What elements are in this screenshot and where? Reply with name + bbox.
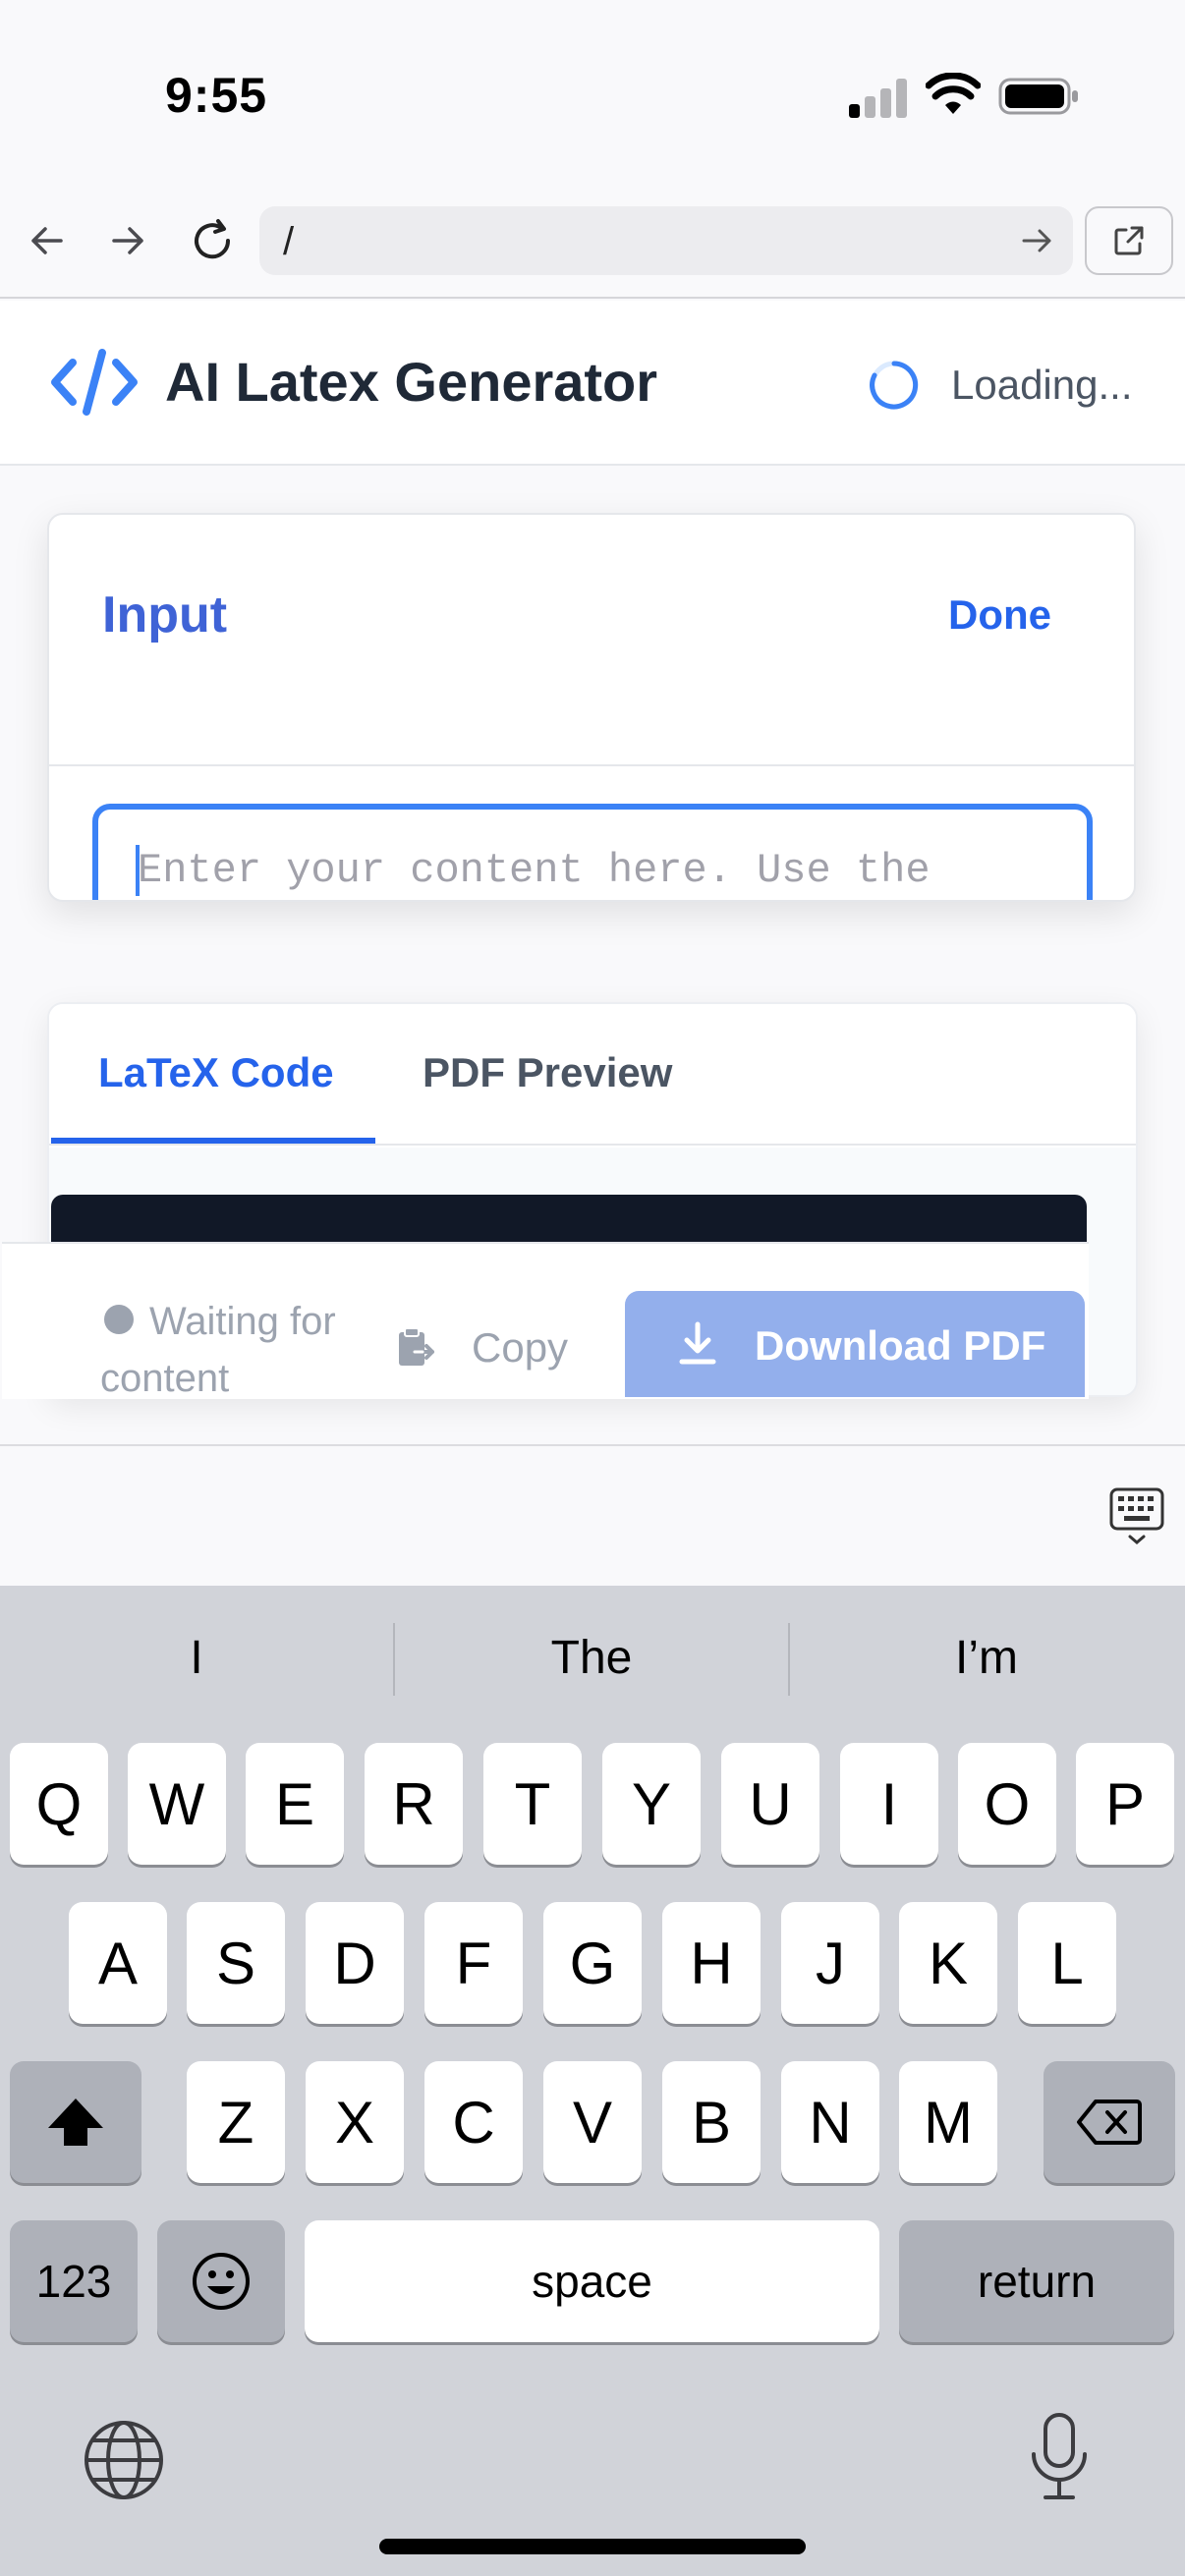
key-k[interactable]: K	[899, 1902, 997, 2024]
key-i[interactable]: I	[840, 1743, 938, 1865]
download-pdf-label: Download PDF	[755, 1322, 1046, 1369]
copy-button[interactable]: Copy	[472, 1324, 568, 1372]
key-n[interactable]: N	[781, 2061, 879, 2183]
done-button[interactable]: Done	[948, 591, 1051, 639]
key-r[interactable]: R	[365, 1743, 463, 1865]
back-button[interactable]	[18, 211, 77, 270]
go-arrow-icon[interactable]	[1018, 222, 1055, 259]
input-card-header: Input Done	[49, 515, 1134, 766]
return-key[interactable]: return	[899, 2220, 1174, 2342]
emoji-icon	[193, 2253, 250, 2310]
emoji-key[interactable]	[157, 2220, 285, 2342]
status-text: Waiting for content	[100, 1300, 336, 1400]
battery-icon	[998, 78, 1078, 115]
key-e[interactable]: E	[246, 1743, 344, 1865]
suggestion-1[interactable]: I	[0, 1631, 393, 1685]
loading-spinner-icon	[870, 361, 919, 410]
tab-pdf-preview[interactable]: PDF Preview	[423, 1049, 672, 1096]
suggestion-2[interactable]: The	[395, 1631, 788, 1685]
content-textarea[interactable]: Enter your content here. Use the	[92, 804, 1093, 900]
backspace-key[interactable]	[1044, 2061, 1175, 2183]
url-text: /	[283, 220, 295, 263]
arrow-right-icon	[112, 227, 143, 254]
reload-icon	[195, 219, 231, 259]
input-title: Input	[102, 587, 228, 644]
shift-key[interactable]	[10, 2061, 141, 2183]
key-y[interactable]: Y	[602, 1743, 701, 1865]
text-caret	[136, 845, 140, 896]
numbers-key[interactable]: 123	[10, 2220, 138, 2342]
reload-button[interactable]	[183, 211, 242, 270]
key-a[interactable]: A	[69, 1902, 167, 2024]
tab-latex-code[interactable]: LaTeX Code	[98, 1049, 334, 1096]
download-pdf-button[interactable]: Download PDF	[625, 1291, 1085, 1397]
key-o[interactable]: O	[958, 1743, 1056, 1865]
arrow-left-icon	[31, 227, 63, 254]
textarea-placeholder: Enter your content here. Use the	[138, 847, 931, 894]
key-u[interactable]: U	[721, 1743, 819, 1865]
delete-icon	[1077, 2100, 1142, 2145]
key-c[interactable]: C	[424, 2061, 523, 2183]
globe-icon[interactable]	[83, 2419, 165, 2501]
keyboard-dismiss-icon[interactable]	[1108, 1485, 1165, 1548]
key-x[interactable]: X	[306, 2061, 404, 2183]
latex-code-editor[interactable]	[51, 1195, 1087, 1244]
loading-text: Loading...	[951, 362, 1133, 408]
external-link-icon	[1114, 226, 1144, 255]
keyboard-accessory-bar	[0, 1444, 1185, 1586]
url-input[interactable]: /	[259, 206, 1073, 275]
key-l[interactable]: L	[1018, 1902, 1116, 2024]
key-w[interactable]: W	[128, 1743, 226, 1865]
key-t[interactable]: T	[483, 1743, 582, 1865]
clipboard-icon[interactable]	[393, 1326, 436, 1372]
suggestion-3[interactable]: I’m	[790, 1631, 1183, 1685]
tabs-row: LaTeX Code PDF Preview	[49, 1004, 1136, 1146]
download-icon	[679, 1321, 716, 1365]
key-b[interactable]: B	[662, 2061, 761, 2183]
shift-arrow-icon	[48, 2099, 103, 2146]
open-external-button[interactable]	[1085, 206, 1173, 275]
space-key[interactable]: space	[305, 2220, 879, 2342]
active-tab-indicator	[51, 1138, 375, 1144]
app-title: AI Latex Generator	[165, 351, 658, 413]
input-card: Input Done Enter your content here. Use …	[47, 513, 1136, 902]
code-icon	[51, 349, 138, 416]
key-d[interactable]: D	[306, 1902, 404, 2024]
key-z[interactable]: Z	[187, 2061, 285, 2183]
status-time: 9:55	[165, 68, 268, 123]
forward-button[interactable]	[98, 211, 157, 270]
key-m[interactable]: M	[899, 2061, 997, 2183]
key-p[interactable]: P	[1076, 1743, 1174, 1865]
key-h[interactable]: H	[662, 1902, 761, 2024]
key-v[interactable]: V	[543, 2061, 642, 2183]
key-f[interactable]: F	[424, 1902, 523, 2024]
key-g[interactable]: G	[543, 1902, 642, 2024]
microphone-icon[interactable]	[1026, 2411, 1093, 2503]
cellular-signal-icon	[849, 75, 908, 118]
key-j[interactable]: J	[781, 1902, 879, 2024]
wifi-icon	[926, 73, 981, 114]
key-s[interactable]: S	[187, 1902, 285, 2024]
key-q[interactable]: Q	[10, 1743, 108, 1865]
home-indicator[interactable]	[379, 2539, 806, 2554]
